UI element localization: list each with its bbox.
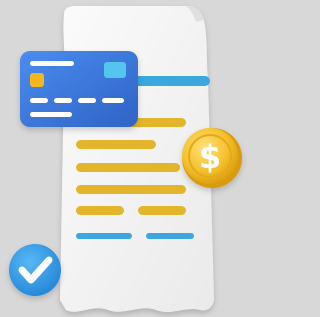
card-name-line [30,112,72,117]
card-number-4 [102,98,124,103]
receipt-line-gold-5b [138,206,186,215]
card-chip [30,73,44,87]
credit-card-icon [20,51,138,127]
card-number-3 [78,98,96,103]
receipt-line-gold-4 [76,185,186,194]
illustration-canvas: $ [9,6,242,312]
receipt-line-gold-2 [76,140,156,149]
payment-receipt-illustration: $ [0,0,249,317]
card-number-2 [54,98,72,103]
dollar-coin-icon: $ [182,128,242,188]
card-number-1 [30,98,48,103]
receipt-line-gold-3 [76,163,180,172]
card-top-stripe [30,61,74,66]
coin-symbol: $ [199,138,221,176]
receipt-line-blue-2 [146,233,194,239]
receipt-line-blue-1 [76,233,132,239]
receipt-line-gold-5a [76,206,124,215]
check-badge-icon [9,244,61,296]
card-logo [104,62,126,78]
